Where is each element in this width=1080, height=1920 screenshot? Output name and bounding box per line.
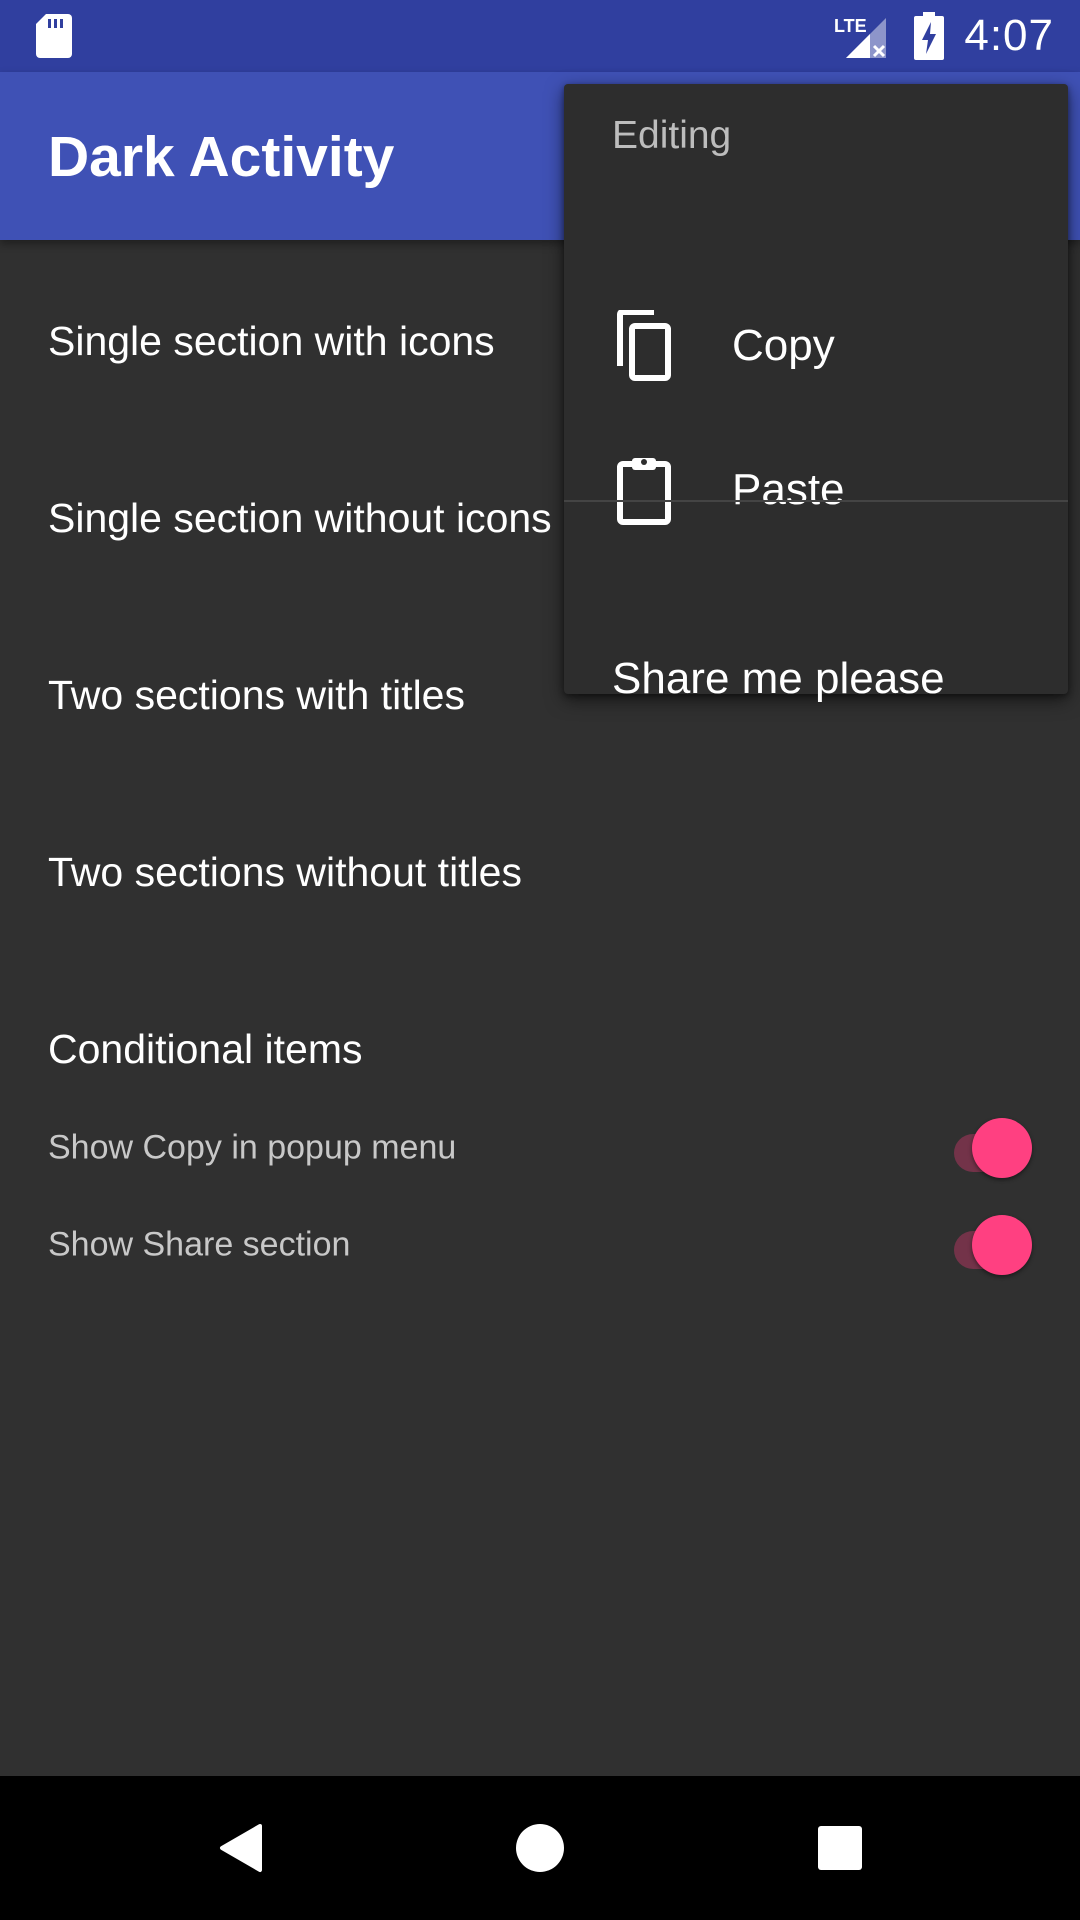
sd-card-icon bbox=[36, 14, 72, 58]
setting-label-show-share: Show Share section bbox=[48, 1225, 351, 1264]
lte-label: LTE bbox=[834, 16, 867, 36]
switch-thumb bbox=[972, 1215, 1032, 1275]
popup-item-label: Copy bbox=[732, 321, 835, 370]
recents-button[interactable] bbox=[760, 1776, 920, 1920]
home-icon bbox=[516, 1824, 564, 1872]
setting-row-show-copy[interactable]: Show Copy in popup menu bbox=[48, 1108, 1032, 1188]
lte-signal-icon: LTE bbox=[834, 16, 887, 58]
popup-item-copy[interactable]: Copy bbox=[564, 276, 1068, 416]
screen: LTE 4:07 Dark Activity Single section wi… bbox=[0, 0, 1080, 1920]
status-icons: LTE 4:07 bbox=[834, 0, 1054, 72]
setting-row-show-share[interactable]: Show Share section bbox=[48, 1205, 1032, 1285]
navigation-bar bbox=[0, 1776, 1080, 1920]
conditional-items-header: Conditional items bbox=[48, 1026, 363, 1072]
copy-icon bbox=[617, 310, 671, 381]
popup-section-title: Editing bbox=[612, 114, 732, 157]
clipboard-icon bbox=[617, 458, 671, 525]
status-time: 4:07 bbox=[964, 11, 1054, 60]
popup-item-label: Paste bbox=[732, 465, 845, 514]
back-icon bbox=[220, 1824, 262, 1872]
list-item-single-section-no-icons[interactable]: Single section without icons bbox=[48, 495, 552, 542]
popup-share-label: Share me please bbox=[612, 654, 945, 703]
popup-menu: Editing Copy Paste Share me please bbox=[564, 84, 1068, 703]
page-title: Dark Activity bbox=[48, 125, 395, 189]
list-item-single-section-icons[interactable]: Single section with icons bbox=[48, 318, 495, 365]
popup-divider bbox=[564, 500, 1068, 502]
show-share-switch[interactable] bbox=[932, 1210, 1032, 1280]
recents-icon bbox=[818, 1826, 862, 1870]
switch-thumb bbox=[972, 1118, 1032, 1178]
show-copy-switch[interactable] bbox=[932, 1113, 1032, 1183]
setting-label-show-copy: Show Copy in popup menu bbox=[48, 1128, 457, 1167]
home-button[interactable] bbox=[460, 1776, 620, 1920]
popup-item-paste[interactable]: Paste bbox=[564, 420, 1068, 560]
status-bar: LTE 4:07 bbox=[0, 0, 1080, 72]
list-item-two-sections-no-titles[interactable]: Two sections without titles bbox=[48, 849, 522, 896]
list-item-two-sections-titles[interactable]: Two sections with titles bbox=[48, 672, 465, 719]
battery-charging-icon bbox=[914, 12, 945, 60]
back-button[interactable] bbox=[160, 1776, 320, 1920]
popup-item-share[interactable]: Share me please bbox=[564, 604, 1068, 754]
